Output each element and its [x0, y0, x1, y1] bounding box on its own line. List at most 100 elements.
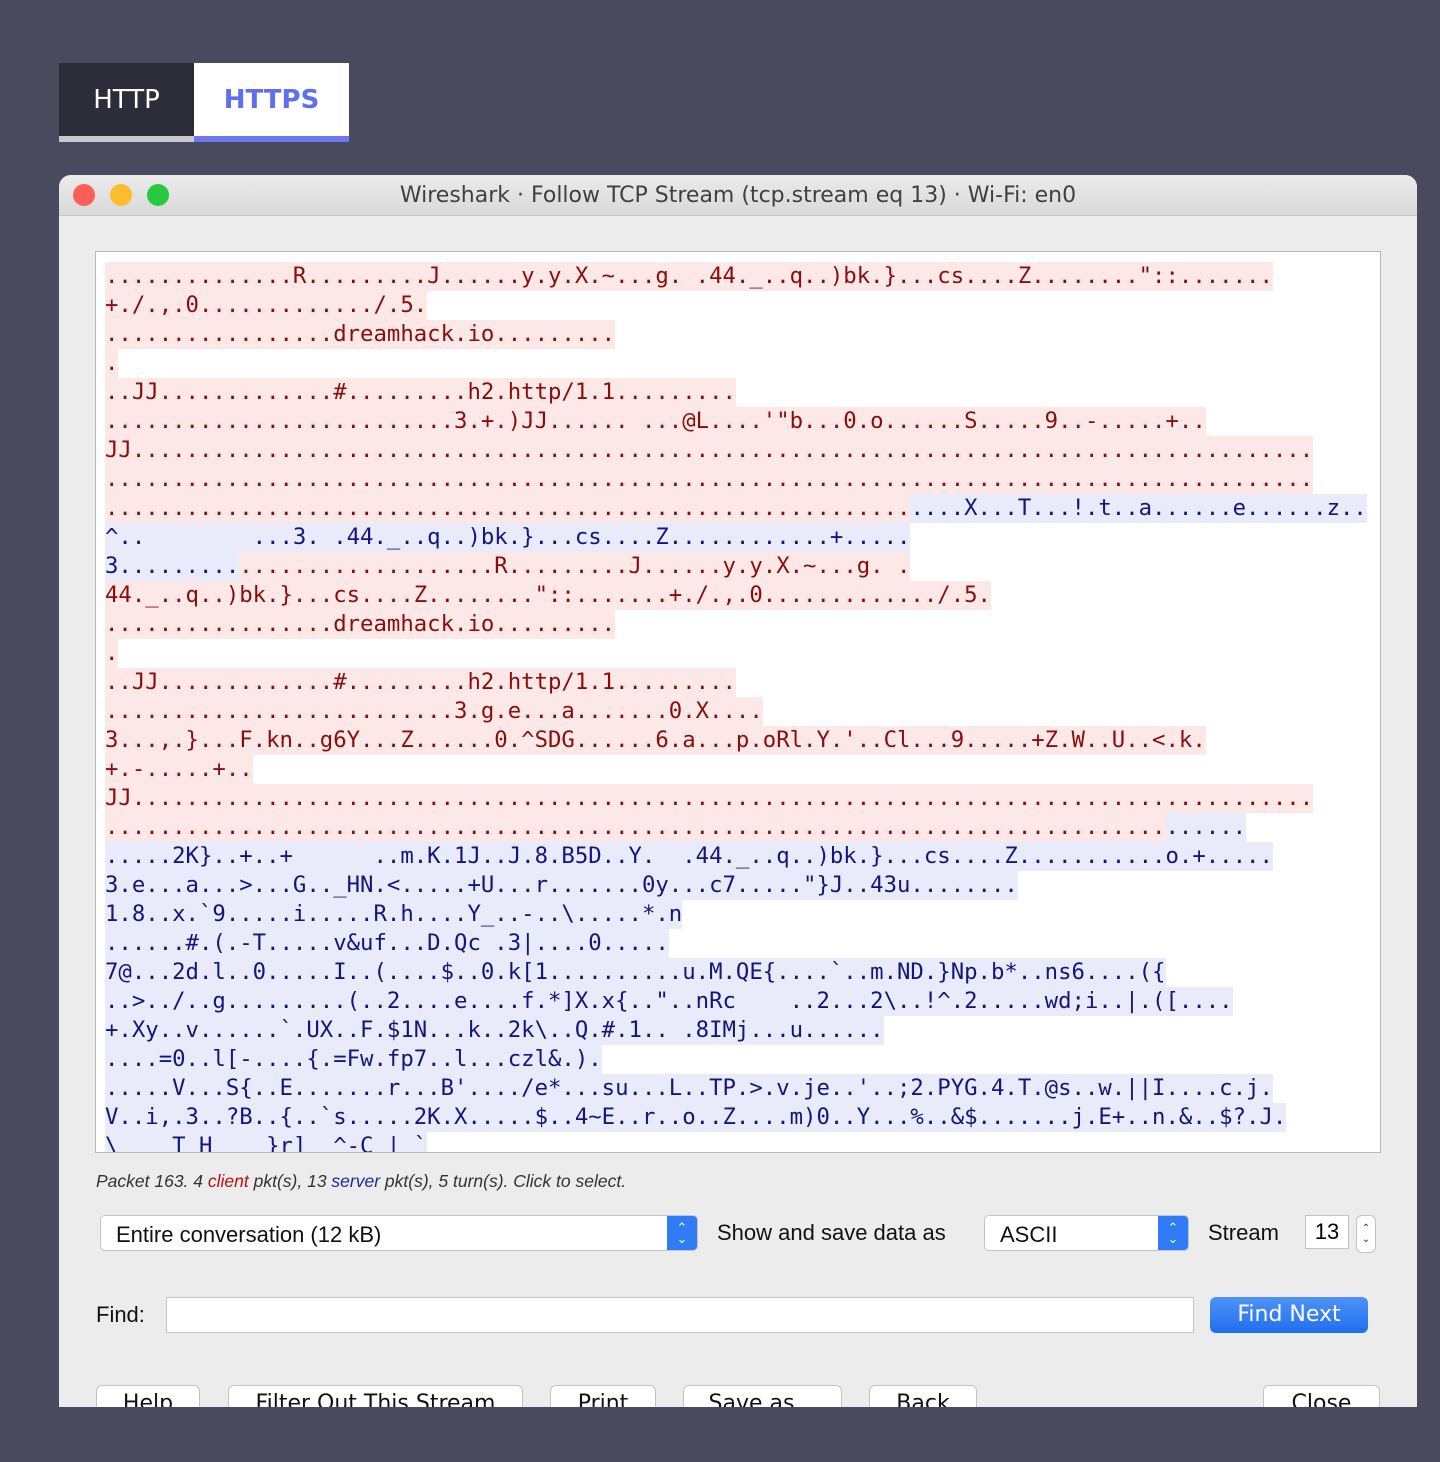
- stream-number-input[interactable]: 13: [1305, 1215, 1349, 1249]
- stream-line[interactable]: .................dreamhack.io.........: [105, 320, 1367, 349]
- client-data-segment[interactable]: JJ......................................…: [105, 436, 1314, 465]
- stream-line[interactable]: .: [105, 349, 1367, 378]
- stream-line[interactable]: JJ......................................…: [105, 784, 1367, 813]
- protocol-tabs: HTTP HTTPS: [59, 63, 349, 142]
- select-chevrons-icon: ⌃ ⌄: [1158, 1216, 1188, 1250]
- client-data-segment[interactable]: ........................................…: [105, 465, 1314, 494]
- client-data-segment[interactable]: ..JJ.............#.........h2.http/1.1..…: [105, 668, 736, 697]
- title-bar: Wireshark · Follow TCP Stream (tcp.strea…: [59, 175, 1417, 216]
- server-data-segment[interactable]: +.Xy..v......`.UX..F.$1N...k..2k\..Q.#.1…: [105, 1016, 884, 1045]
- stream-line[interactable]: 3............................R.........J…: [105, 552, 1367, 581]
- stream-line[interactable]: ......#.(.-T.....v&uf...D.Qc .3|....0...…: [105, 929, 1367, 958]
- server-data-segment[interactable]: 1.8..x.`9.....i.....R.h....Y_..-..\.....…: [105, 900, 683, 929]
- client-data-segment[interactable]: ..........................3.+.)JJ...... …: [105, 407, 1206, 436]
- find-input[interactable]: [166, 1297, 1194, 1333]
- back-button[interactable]: Back: [869, 1385, 977, 1407]
- server-data-segment[interactable]: ^.. ...3. .44._..q..)bk.}...cs....Z.....…: [105, 523, 911, 552]
- filter-out-stream-button[interactable]: Filter Out This Stream: [228, 1385, 523, 1407]
- client-data-segment[interactable]: 3...,.}...F.kn..g6Y...Z......0.^SDG.....…: [105, 726, 1206, 755]
- stream-line[interactable]: +./.,.0............./.5.: [105, 291, 1367, 320]
- status-client: client: [207, 1171, 249, 1191]
- server-data-segment[interactable]: \ T H }r] ^-C | `: [105, 1132, 428, 1152]
- stream-line[interactable]: .................dreamhack.io.........: [105, 610, 1367, 639]
- format-select[interactable]: ASCII ⌃ ⌄: [984, 1215, 1189, 1251]
- client-data-segment[interactable]: ..........................3.g.e...a.....…: [105, 697, 763, 726]
- server-data-segment[interactable]: V..i,.3..?B..{..`s.....2K.X.....$..4~E..…: [105, 1103, 1287, 1132]
- server-data-segment[interactable]: 7@...2d.l..0.....I..(....$..0.k[1.......…: [105, 958, 1166, 987]
- packet-status-text: Packet 163. 4 client pkt(s), 13 server p…: [96, 1171, 626, 1192]
- format-select-value: ASCII: [1000, 1222, 1058, 1247]
- stream-line[interactable]: ........................................…: [105, 465, 1367, 494]
- stepper-down-icon[interactable]: ⌄: [1362, 1234, 1370, 1245]
- close-button[interactable]: Close: [1263, 1385, 1380, 1407]
- stream-line[interactable]: ..........................3.+.)JJ...... …: [105, 407, 1367, 436]
- stream-line[interactable]: ....=0..l[-....{.=Fw.fp7..l...czl&.).: [105, 1045, 1367, 1074]
- client-data-segment[interactable]: .: [105, 349, 119, 378]
- print-button[interactable]: Print: [550, 1385, 656, 1407]
- server-data-segment[interactable]: ......: [1165, 813, 1247, 842]
- stream-lines: ..............R.........J......y.y.X.~..…: [105, 262, 1367, 1152]
- tab-http[interactable]: HTTP: [59, 63, 194, 142]
- stream-line[interactable]: ..............R.........J......y.y.X.~..…: [105, 262, 1367, 291]
- status-prefix: Packet 163. 4: [96, 1171, 208, 1191]
- server-data-segment[interactable]: ....=0..l[-....{.=Fw.fp7..l...czl&.).: [105, 1045, 602, 1074]
- client-data-segment[interactable]: 44._..q..)bk.}...cs....Z........"::.....…: [105, 581, 991, 610]
- stream-line[interactable]: 7@...2d.l..0.....I..(....$..0.k[1.......…: [105, 958, 1367, 987]
- server-data-segment[interactable]: ......#.(.-T.....v&uf...D.Qc .3|....0...…: [105, 929, 669, 958]
- client-data-segment[interactable]: JJ......................................…: [105, 784, 1314, 813]
- stream-line[interactable]: 44._..q..)bk.}...cs....Z........"::.....…: [105, 581, 1367, 610]
- stream-line[interactable]: ^.. ...3. .44._..q..)bk.}...cs....Z.....…: [105, 523, 1367, 552]
- server-data-segment[interactable]: .....2K}..+..+ ..m.K.1J..J.8.B5D..Y. .44…: [105, 842, 1273, 871]
- client-data-segment[interactable]: ...................R.........J......y.y.…: [239, 552, 911, 581]
- stream-line[interactable]: ..........................3.g.e...a.....…: [105, 697, 1367, 726]
- find-label: Find:: [96, 1302, 145, 1327]
- stream-stepper[interactable]: ⌃ ⌄: [1356, 1215, 1376, 1253]
- select-chevrons-icon: ⌃ ⌄: [667, 1216, 697, 1250]
- client-data-segment[interactable]: +./.,.0............./.5.: [105, 291, 428, 320]
- server-data-segment[interactable]: 3.........: [105, 552, 240, 581]
- follow-tcp-stream-window: Wireshark · Follow TCP Stream (tcp.strea…: [59, 175, 1417, 1407]
- conversation-select[interactable]: Entire conversation (12 kB) ⌃ ⌄: [100, 1215, 698, 1251]
- stream-line[interactable]: +.-.....+..: [105, 755, 1367, 784]
- stream-line[interactable]: .....2K}..+..+ ..m.K.1J..J.8.B5D..Y. .44…: [105, 842, 1367, 871]
- stream-line[interactable]: +.Xy..v......`.UX..F.$1N...k..2k\..Q.#.1…: [105, 1016, 1367, 1045]
- stream-line[interactable]: .....V...S{..E.......r...B'..../e*...su.…: [105, 1074, 1367, 1103]
- find-next-button[interactable]: Find Next: [1210, 1297, 1368, 1333]
- client-data-segment[interactable]: ........................................…: [105, 813, 1166, 842]
- client-data-segment[interactable]: .................dreamhack.io.........: [105, 320, 616, 349]
- server-data-segment[interactable]: 3.e...a...>...G.._HN.<.....+U...r.......…: [105, 871, 1018, 900]
- stream-line[interactable]: .: [105, 639, 1367, 668]
- stream-line[interactable]: ........................................…: [105, 494, 1367, 523]
- show-save-label: Show and save data as: [717, 1220, 946, 1245]
- stream-line[interactable]: ..JJ.............#.........h2.http/1.1..…: [105, 668, 1367, 697]
- stream-line[interactable]: JJ......................................…: [105, 436, 1367, 465]
- stream-line[interactable]: ........................................…: [105, 813, 1367, 842]
- stream-line[interactable]: 3...,.}...F.kn..g6Y...Z......0.^SDG.....…: [105, 726, 1367, 755]
- stream-line[interactable]: \ T H }r] ^-C | `: [105, 1132, 1367, 1152]
- client-data-segment[interactable]: .................dreamhack.io.........: [105, 610, 616, 639]
- stepper-up-icon[interactable]: ⌃: [1362, 1223, 1370, 1234]
- server-data-segment[interactable]: ..>../..g.........(..2....e....f.*]X.x{.…: [105, 987, 1233, 1016]
- stream-text-pane[interactable]: ..............R.........J......y.y.X.~..…: [95, 251, 1381, 1153]
- client-data-segment[interactable]: .: [105, 639, 119, 668]
- status-middle: pkt(s), 13: [248, 1171, 332, 1191]
- conversation-select-value: Entire conversation (12 kB): [116, 1222, 382, 1247]
- client-data-segment[interactable]: +.-.....+..: [105, 755, 253, 784]
- status-suffix: pkt(s), 5 turn(s). Click to select.: [380, 1171, 627, 1191]
- client-data-segment[interactable]: ........................................…: [105, 494, 911, 523]
- status-server: server: [331, 1171, 381, 1191]
- window-title: Wireshark · Follow TCP Stream (tcp.strea…: [399, 183, 1077, 208]
- stream-line[interactable]: 3.e...a...>...G.._HN.<.....+U...r.......…: [105, 871, 1367, 900]
- client-data-segment[interactable]: ..............R.........J......y.y.X.~..…: [105, 262, 1273, 291]
- server-data-segment[interactable]: ....X...T...!.t..a......e......z..: [910, 494, 1367, 523]
- server-data-segment[interactable]: .....V...S{..E.......r...B'..../e*...su.…: [105, 1074, 1273, 1103]
- save-as-button[interactable]: Save as…: [683, 1385, 842, 1407]
- stream-line[interactable]: V..i,.3..?B..{..`s.....2K.X.....$..4~E..…: [105, 1103, 1367, 1132]
- stream-line[interactable]: ..JJ.............#.........h2.http/1.1..…: [105, 378, 1367, 407]
- tab-https[interactable]: HTTPS: [194, 63, 349, 142]
- stream-line[interactable]: 1.8..x.`9.....i.....R.h....Y_..-..\.....…: [105, 900, 1367, 929]
- client-data-segment[interactable]: ..JJ.............#.........h2.http/1.1..…: [105, 378, 736, 407]
- stream-label: Stream: [1208, 1220, 1279, 1245]
- help-button[interactable]: Help: [96, 1385, 200, 1407]
- stream-line[interactable]: ..>../..g.........(..2....e....f.*]X.x{.…: [105, 987, 1367, 1016]
